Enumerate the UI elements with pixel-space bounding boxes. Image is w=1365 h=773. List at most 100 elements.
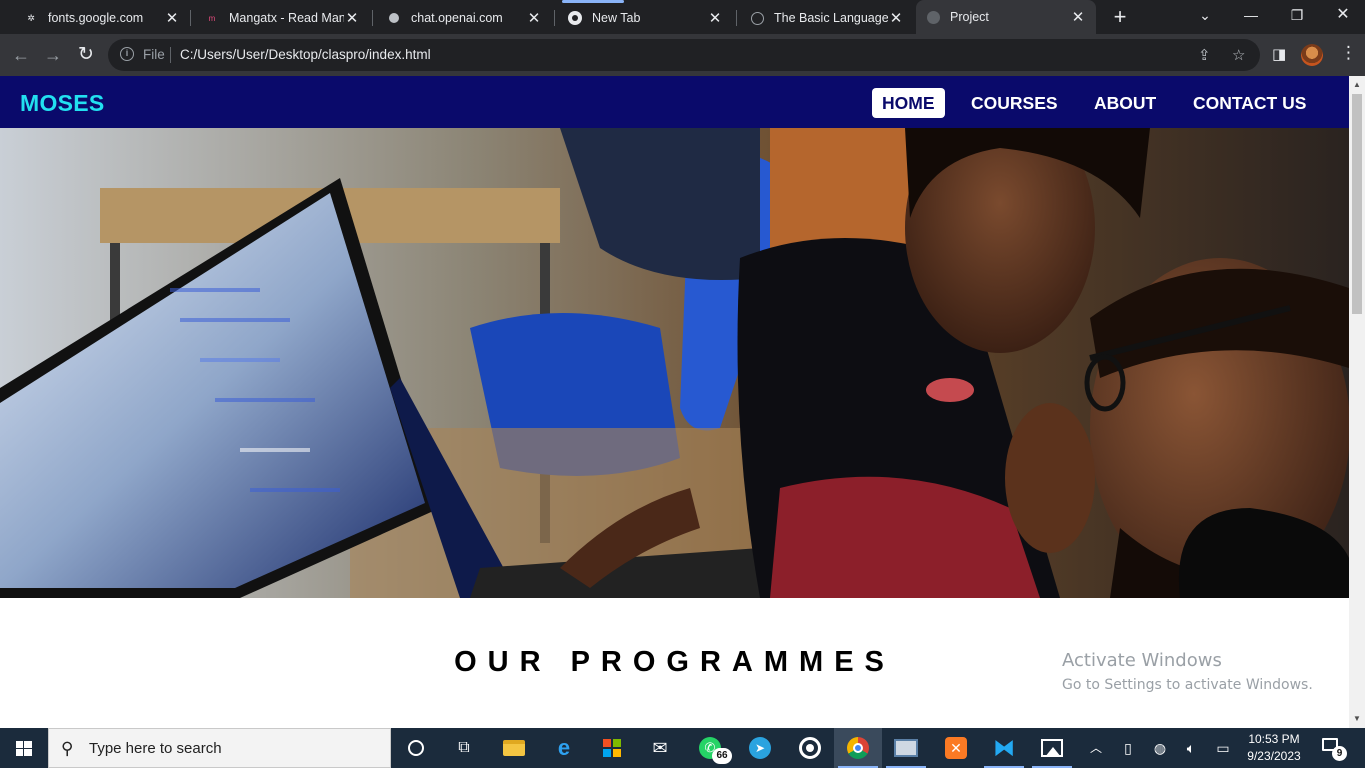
restore-button[interactable]: ❐	[1274, 0, 1320, 32]
close-icon[interactable]: ✕	[1070, 8, 1086, 26]
close-window-button[interactable]: ✕	[1320, 0, 1365, 32]
scroll-thumb[interactable]	[1352, 94, 1362, 314]
tab-search-button[interactable]: ⌄	[1182, 0, 1228, 32]
hero-image	[0, 128, 1349, 598]
reload-button[interactable]: ↻	[73, 42, 99, 68]
tab-title: Project	[950, 10, 989, 24]
tab-fonts-google[interactable]: ✲ fonts.google.com ✕	[14, 4, 190, 32]
tab-project[interactable]: Project ✕	[916, 0, 1096, 34]
watermark-line1: Activate Windows	[1062, 650, 1222, 671]
scroll-down-icon[interactable]: ▼	[1353, 714, 1361, 723]
volume-icon[interactable]: 🔈︎	[1180, 728, 1202, 768]
clock-date: 9/23/2023	[1247, 749, 1301, 763]
share-icon[interactable]: ⇪	[1198, 46, 1211, 64]
task-view-icon: ⧉	[458, 739, 470, 756]
profile-avatar[interactable]	[1301, 44, 1323, 66]
bookmark-star-icon[interactable]: ☆	[1232, 46, 1245, 64]
tab-loading-indicator	[562, 0, 624, 3]
tab-title: New Tab	[592, 11, 641, 25]
tab-separator	[554, 10, 555, 26]
file-explorer-button[interactable]	[490, 728, 538, 768]
xampp-button[interactable]: ✕	[932, 728, 980, 768]
openai-icon	[387, 11, 401, 25]
mail-button[interactable]: ✉	[636, 728, 684, 768]
mail-icon: ✉	[652, 737, 668, 758]
side-panel-icon[interactable]: ◨	[1272, 45, 1286, 63]
tab-chat-openai[interactable]: chat.openai.com ✕	[377, 4, 552, 32]
back-button[interactable]: ←	[8, 42, 34, 68]
task-view-button[interactable]: ⧉	[440, 728, 488, 768]
tab-basic-language[interactable]: The Basic Language of ✕	[740, 4, 914, 32]
xampp-icon: ✕	[945, 737, 967, 759]
close-icon[interactable]: ✕	[164, 9, 180, 27]
store-button[interactable]	[588, 728, 636, 768]
whatsapp-badge: 66	[712, 748, 732, 764]
site-brand[interactable]: MOSES	[20, 90, 105, 117]
close-icon[interactable]: ✕	[888, 9, 904, 27]
nav-about[interactable]: ABOUT	[1084, 88, 1166, 118]
cortana-button[interactable]	[392, 728, 440, 768]
scroll-up-icon[interactable]: ▲	[1353, 80, 1361, 89]
edge-icon: e	[557, 735, 571, 760]
tab-title: chat.openai.com	[411, 11, 503, 25]
tab-separator	[736, 10, 737, 26]
taskbar-search[interactable]: ⚲ Type here to search	[48, 728, 391, 768]
notification-badge: 9	[1332, 746, 1347, 761]
page-scrollbar[interactable]: ▲ ▼	[1349, 76, 1365, 728]
address-scheme-label: File	[143, 47, 165, 62]
tab-mangatx[interactable]: m Mangatx - Read Mang ✕	[195, 4, 370, 32]
windows-taskbar: ⚲ Type here to search ⧉ e ✉ ✆ 66 ➤ ✕ ⧓ ︿…	[0, 728, 1365, 768]
address-bar[interactable]: i File C:/Users/User/Desktop/claspro/ind…	[108, 39, 1260, 71]
telegram-button[interactable]: ➤	[736, 728, 784, 768]
photos-icon	[1041, 739, 1063, 757]
site-navbar: MOSES HOME COURSES ABOUT CONTACT US	[0, 76, 1349, 128]
browser-tab-strip: ✲ fonts.google.com ✕ m Mangatx - Read Ma…	[0, 0, 1365, 34]
nav-courses[interactable]: COURSES	[961, 88, 1068, 118]
chrome-button[interactable]	[834, 728, 882, 768]
tab-separator	[190, 10, 191, 26]
nav-contact-us[interactable]: CONTACT US	[1183, 88, 1316, 118]
vscode-icon: ⧓	[993, 735, 1015, 760]
close-icon[interactable]: ✕	[344, 9, 360, 27]
address-url[interactable]: C:/Users/User/Desktop/claspro/index.html	[180, 47, 431, 62]
fonts-google-icon: ✲	[27, 12, 35, 23]
tab-new-tab[interactable]: New Tab ✕	[558, 4, 733, 32]
tab-title: Mangatx - Read Mang	[229, 11, 344, 25]
forward-button[interactable]: →	[40, 42, 66, 68]
close-icon[interactable]: ✕	[526, 9, 542, 27]
remote-desktop-icon	[894, 739, 918, 757]
obs-icon	[799, 737, 821, 759]
globe-icon	[926, 10, 940, 24]
chrome-icon	[847, 737, 869, 759]
nav-home[interactable]: HOME	[872, 88, 945, 118]
edge-button[interactable]: e	[540, 728, 588, 768]
system-clock[interactable]: 10:53 PM 9/23/2023	[1238, 731, 1310, 765]
whatsapp-button[interactable]: ✆ 66	[686, 728, 734, 768]
folder-icon	[503, 740, 525, 756]
store-icon	[603, 739, 621, 757]
new-tab-button[interactable]: +	[1108, 4, 1132, 30]
obs-button[interactable]	[786, 728, 834, 768]
tab-title: fonts.google.com	[48, 11, 144, 25]
network-globe-icon[interactable]: ◍	[1150, 728, 1170, 768]
watermark-line2: Go to Settings to activate Windows.	[1062, 677, 1313, 693]
windows-logo-icon	[16, 741, 32, 756]
tab-separator	[372, 10, 373, 26]
vscode-button[interactable]: ⧓	[980, 728, 1028, 768]
tray-overflow-icon[interactable]: ︿	[1086, 728, 1106, 768]
notification-center-button[interactable]: 9	[1322, 738, 1347, 761]
battery-icon[interactable]: ▭	[1212, 728, 1234, 768]
address-separator	[170, 47, 171, 63]
photos-button[interactable]	[1028, 728, 1076, 768]
close-icon[interactable]: ✕	[707, 9, 723, 27]
search-icon: ⚲	[61, 739, 74, 758]
start-button[interactable]	[0, 728, 48, 768]
info-icon[interactable]: i	[120, 47, 134, 61]
usb-icon[interactable]: ▯	[1118, 728, 1138, 768]
clock-time: 10:53 PM	[1248, 732, 1300, 746]
search-placeholder: Type here to search	[89, 740, 222, 757]
minimize-button[interactable]: —	[1228, 0, 1274, 32]
rdp-button[interactable]	[882, 728, 930, 768]
mangatx-icon: m	[208, 13, 216, 23]
menu-kebab-icon[interactable]: ⋮	[1340, 43, 1357, 63]
